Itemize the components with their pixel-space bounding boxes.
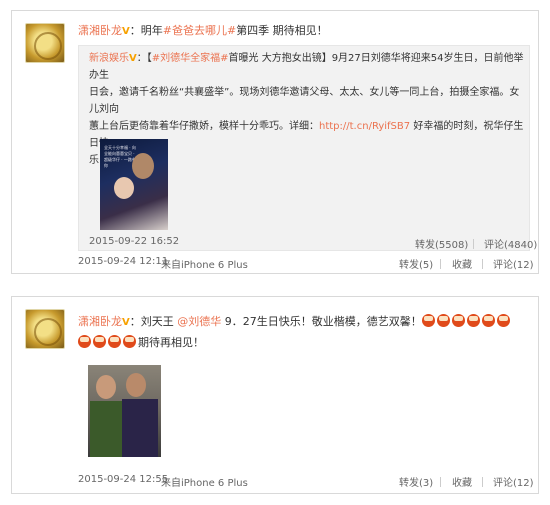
vip-badge-icon: V <box>122 26 130 37</box>
divider <box>440 259 441 269</box>
divider <box>440 477 441 487</box>
forward-button[interactable]: 转发(5) <box>399 256 433 271</box>
vip-badge-icon: V <box>122 317 130 328</box>
post-source: 来自iPhone 6 Plus <box>161 260 248 271</box>
birthday-cake-icon <box>496 314 510 327</box>
reposted-content: 新浪娱乐V：【#刘德华全家福#首曝光 大方抱女出镜】9月27日刘德华将迎来54岁… <box>78 45 537 251</box>
birthday-cake-icon <box>108 335 121 348</box>
mention-link[interactable]: @刘德华 <box>177 315 221 328</box>
avatar[interactable] <box>25 23 65 63</box>
birthday-cake-icon <box>481 314 495 327</box>
birthday-cake-icon <box>436 314 450 327</box>
short-url-link[interactable]: http://t.cn/RyifSB7 <box>319 121 410 132</box>
post-text: 潇湘卧龙V：明年#爸爸去哪儿#第四季 期待相见！ <box>78 24 328 37</box>
weibo-post: 潇湘卧龙V：明年#爸爸去哪儿#第四季 期待相见！ 新浪娱乐V：【#刘德华全家福#… <box>11 10 539 274</box>
divider <box>482 477 483 487</box>
repost-photo[interactable]: 全天十分幸福 · 向全能向蕙蕙宝贝 · 超级华仔 · 一路有你 <box>100 139 168 230</box>
username-link[interactable]: 潇湘卧龙 <box>78 315 122 328</box>
repost-timestamp[interactable]: 2015-09-22 16:52 <box>89 236 179 247</box>
post-timestamp[interactable]: 2015-09-24 12:11 <box>78 256 168 267</box>
post-source: 来自iPhone 6 Plus <box>161 478 248 489</box>
post-text: 潇湘卧龙V：刘天王 @刘德华 9．27生日快乐！敬业楷模，德艺双馨！ <box>78 313 512 332</box>
birthday-cake-icon <box>421 314 435 327</box>
repost-forward-count[interactable]: 转发(5508) <box>415 236 468 251</box>
hashtag-link[interactable]: #刘德华全家福# <box>152 53 229 64</box>
comment-button[interactable]: 评论(12) <box>493 256 534 271</box>
birthday-cake-icon <box>93 335 106 348</box>
repost-comment-count[interactable]: 评论(4840) <box>484 236 537 251</box>
post-text-continued: 期待再相见！ <box>78 334 204 352</box>
avatar[interactable] <box>25 309 65 349</box>
source-user-link[interactable]: 新浪娱乐 <box>89 53 129 64</box>
birthday-cake-icon <box>123 335 136 348</box>
username-link[interactable]: 潇湘卧龙 <box>78 24 122 37</box>
vip-badge-icon: V <box>129 53 137 64</box>
favorite-button[interactable]: 收藏 <box>452 256 472 271</box>
post-timestamp[interactable]: 2015-09-24 12:55 <box>78 474 168 485</box>
weibo-post: 潇湘卧龙V：刘天王 @刘德华 9．27生日快乐！敬业楷模，德艺双馨！ 期待再相见… <box>11 296 539 494</box>
forward-button[interactable]: 转发(3) <box>399 474 433 489</box>
birthday-cake-icon <box>451 314 465 327</box>
divider <box>473 239 474 249</box>
hashtag-link[interactable]: #爸爸去哪儿# <box>163 24 236 37</box>
birthday-cake-icon <box>466 314 480 327</box>
divider <box>482 259 483 269</box>
comment-button[interactable]: 评论(12) <box>493 474 534 489</box>
favorite-button[interactable]: 收藏 <box>452 474 472 489</box>
post-photo[interactable] <box>88 365 161 457</box>
birthday-cake-icon <box>78 335 91 348</box>
